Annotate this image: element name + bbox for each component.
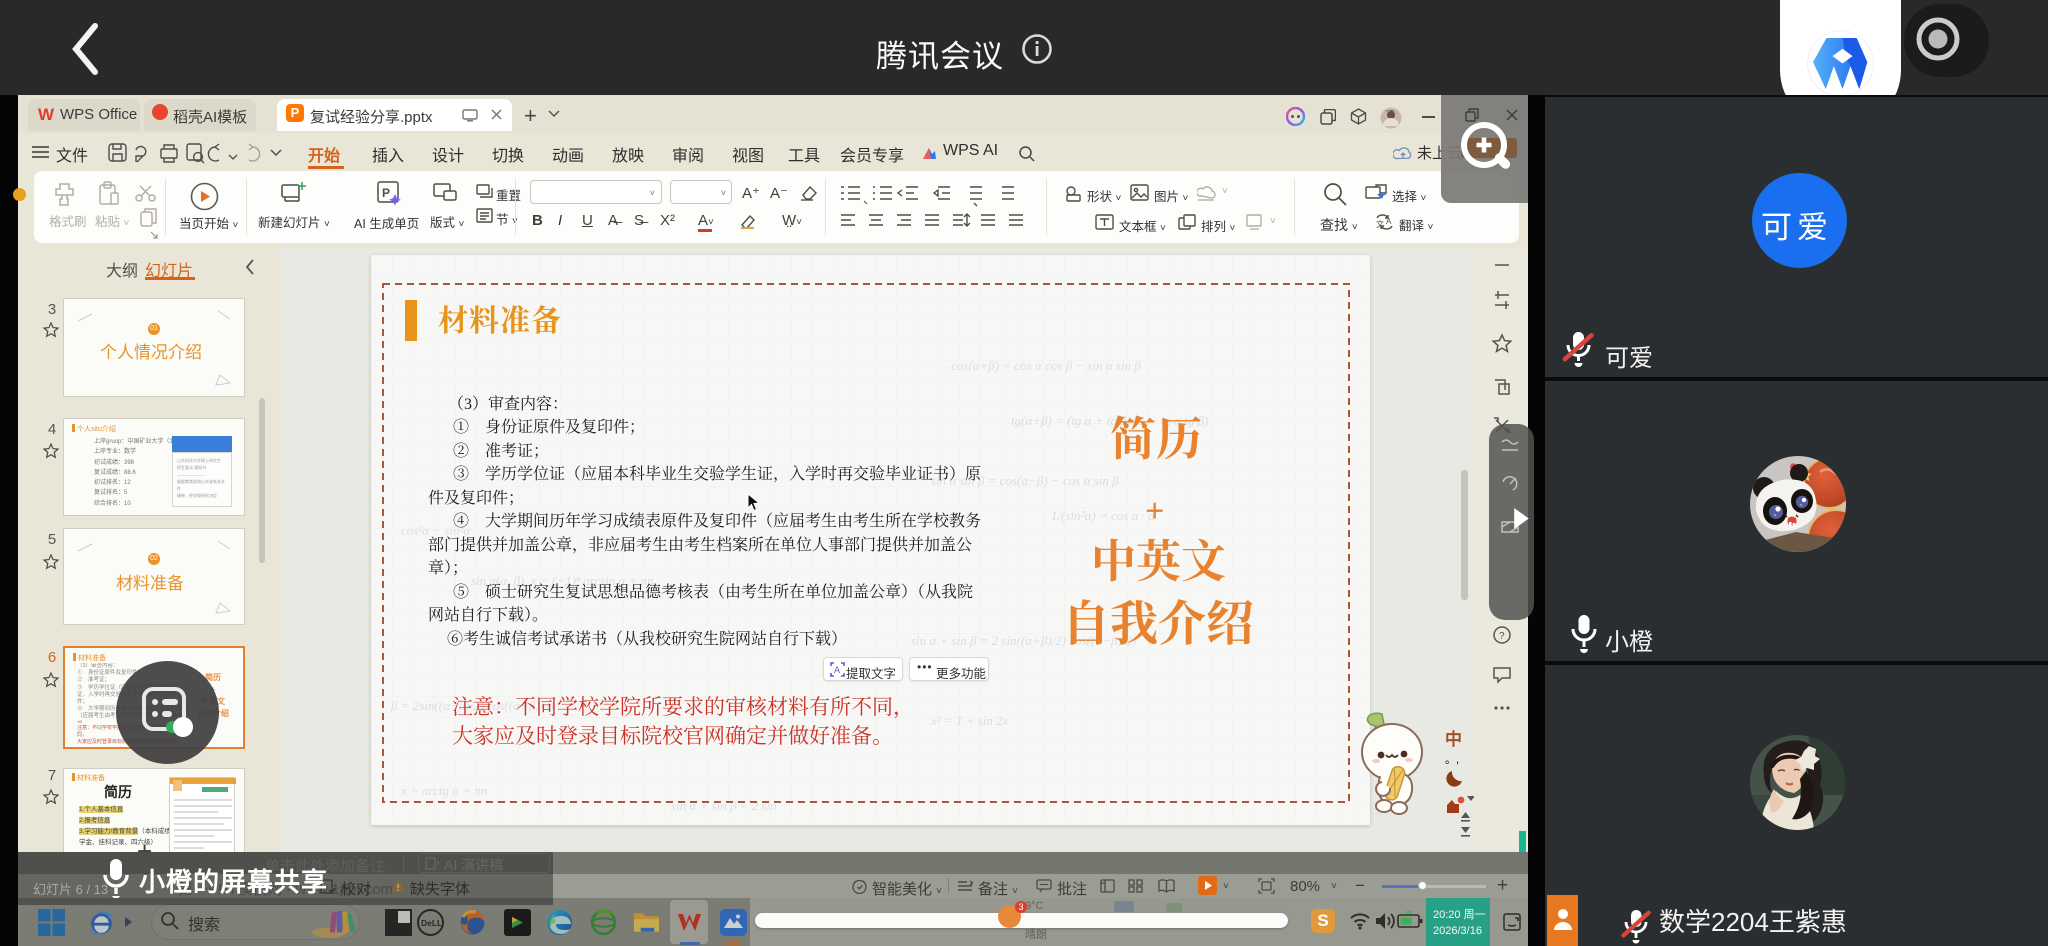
svg-text:P: P [382, 186, 390, 200]
svg-text:文: 文 [1376, 219, 1384, 229]
svg-text:A: A [834, 665, 840, 675]
svg-text:?: ? [1499, 631, 1505, 642]
svg-text:A: A [1386, 217, 1392, 226]
